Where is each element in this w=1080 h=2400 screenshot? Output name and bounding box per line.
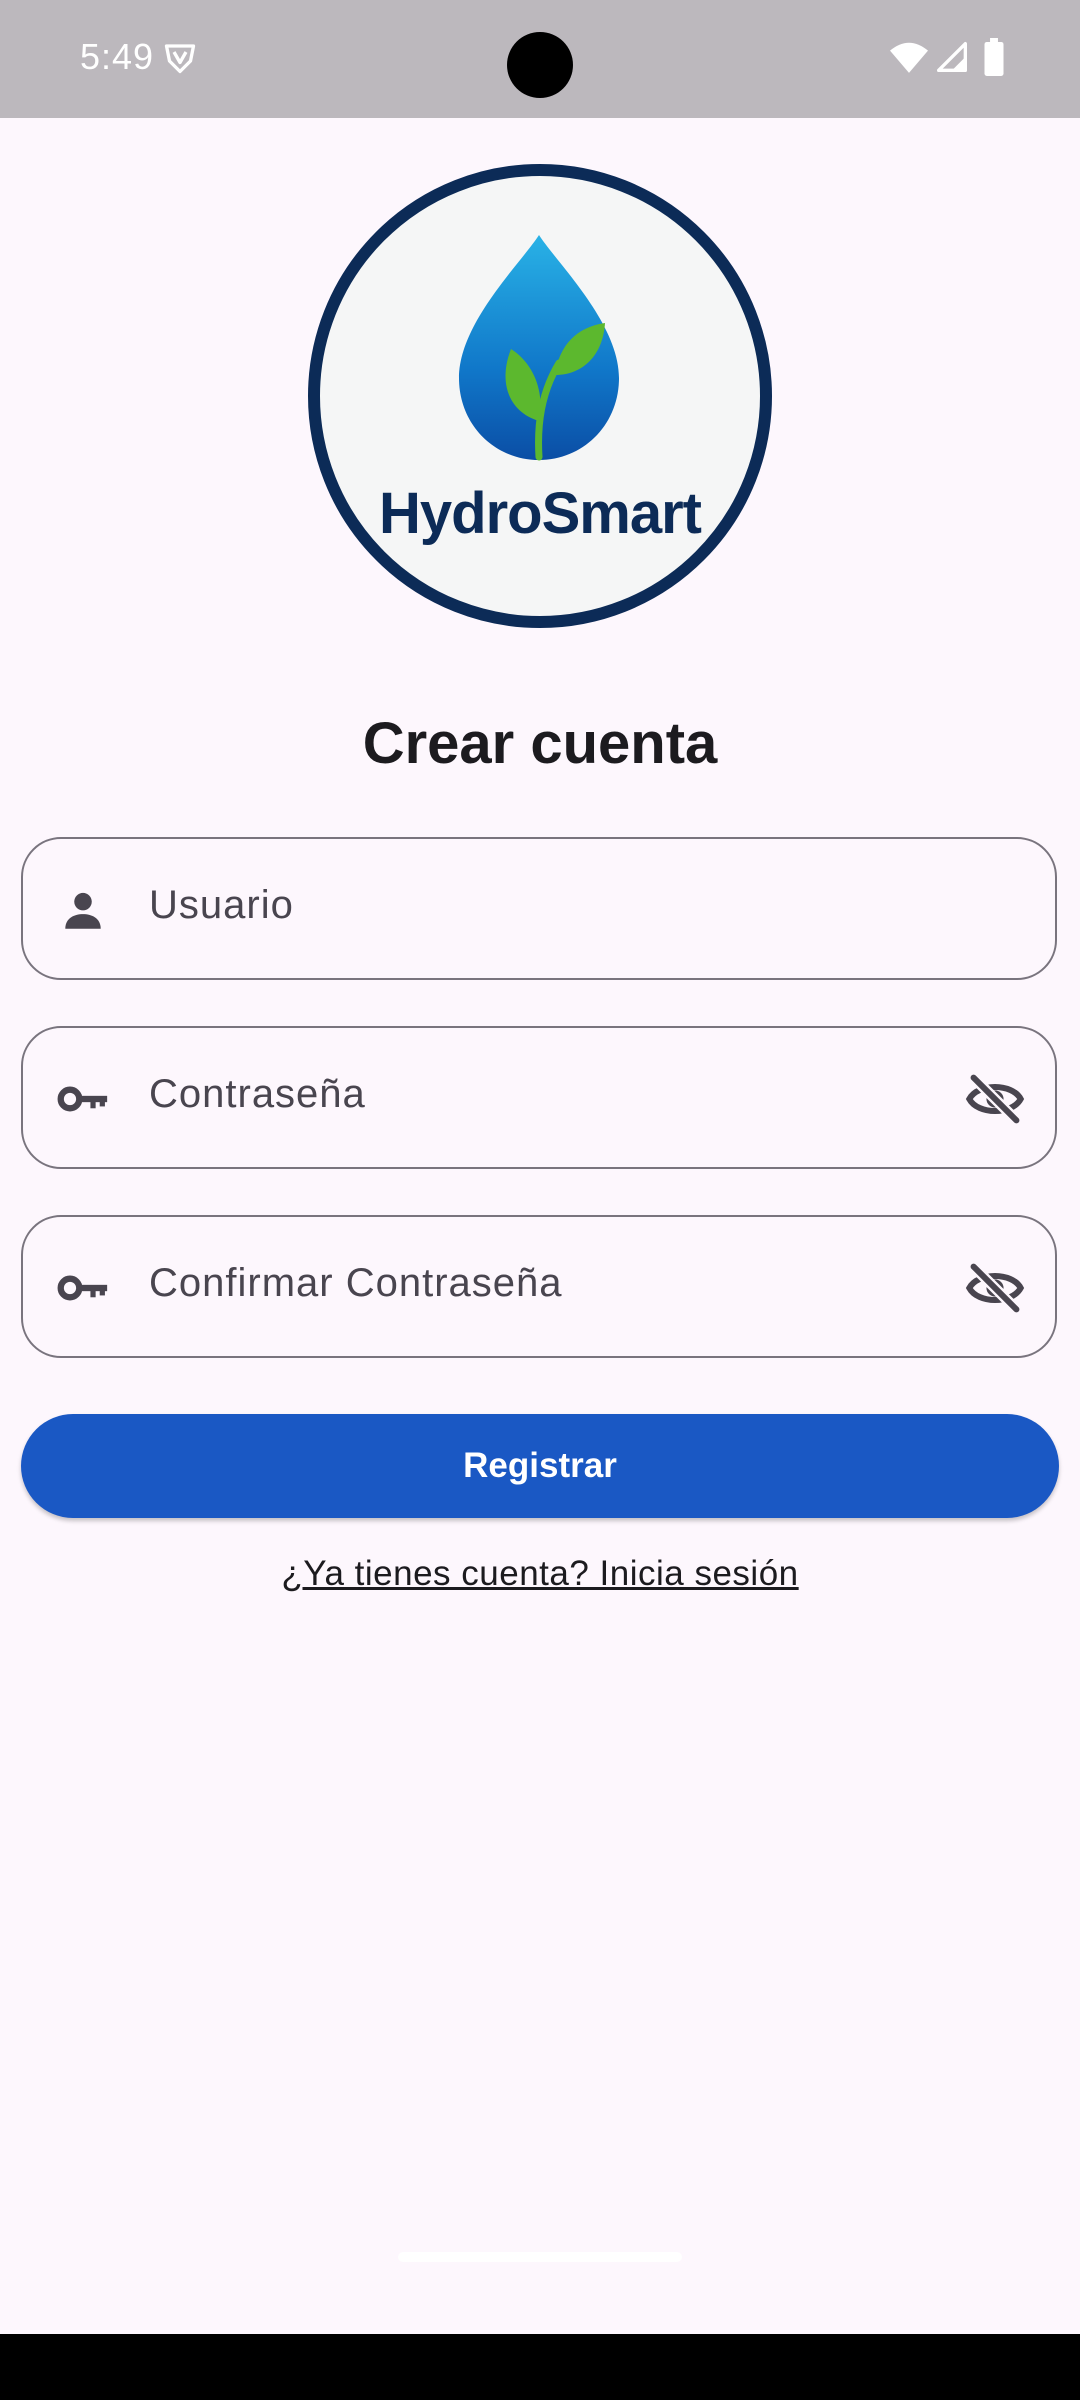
username-field[interactable]: Usuario — [21, 837, 1057, 980]
key-icon — [57, 1275, 108, 1301]
confirm-password-placeholder: Confirmar Contraseña — [149, 1261, 563, 1305]
confirm-password-field[interactable]: Confirmar Contraseña — [21, 1215, 1057, 1358]
password-field[interactable]: Contraseña — [21, 1026, 1057, 1169]
hydrosmart-logo: HydroSmart — [308, 164, 772, 628]
camera-cutout — [507, 32, 573, 98]
signal-icon — [937, 42, 967, 72]
visibility-off-icon[interactable] — [965, 1261, 1025, 1315]
status-bar: 5:49 — [0, 0, 1080, 118]
key-icon — [57, 1086, 108, 1112]
page-title: Crear cuenta — [362, 711, 718, 776]
shield-icon — [164, 44, 196, 74]
login-link[interactable]: ¿Ya tienes cuenta? Inicia sesión — [0, 1554, 1080, 1594]
username-placeholder: Usuario — [149, 883, 294, 927]
person-icon — [65, 892, 101, 929]
password-placeholder: Contraseña — [149, 1072, 366, 1116]
battery-icon — [984, 38, 1004, 76]
visibility-off-icon[interactable] — [965, 1072, 1025, 1126]
logo-brand-text: HydroSmart — [379, 481, 702, 546]
register-button-label: Registrar — [463, 1446, 617, 1485]
navigation-bar — [0, 2334, 1080, 2400]
status-time: 5:49 — [80, 36, 155, 77]
wifi-icon — [890, 42, 928, 73]
home-gesture-bar[interactable] — [398, 2252, 682, 2262]
register-button[interactable]: Registrar — [21, 1414, 1059, 1518]
